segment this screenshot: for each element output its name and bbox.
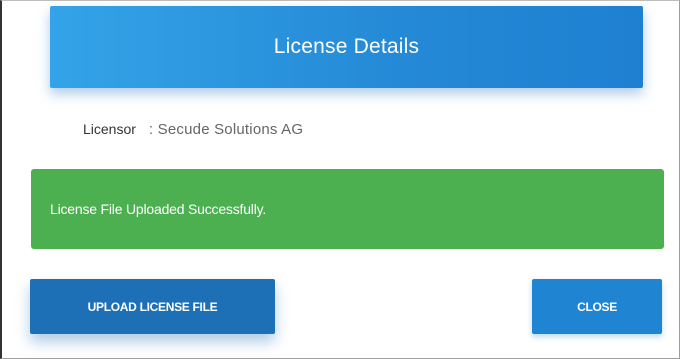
upload-license-file-button[interactable]: UPLOAD LICENSE FILE — [30, 279, 275, 334]
licensor-row: Licensor : Secude Solutions AG — [83, 121, 303, 138]
close-button[interactable]: CLOSE — [532, 279, 662, 334]
license-details-dialog: License Details Licensor : Secude Soluti… — [0, 0, 680, 359]
success-alert: License File Uploaded Successfully. — [31, 169, 664, 249]
success-alert-message: License File Uploaded Successfully. — [50, 201, 267, 217]
licensor-label: Licensor — [83, 121, 136, 137]
dialog-title: License Details — [273, 35, 420, 58]
licensor-value: : Secude Solutions AG — [148, 121, 304, 138]
dialog-header: License Details — [50, 6, 643, 88]
